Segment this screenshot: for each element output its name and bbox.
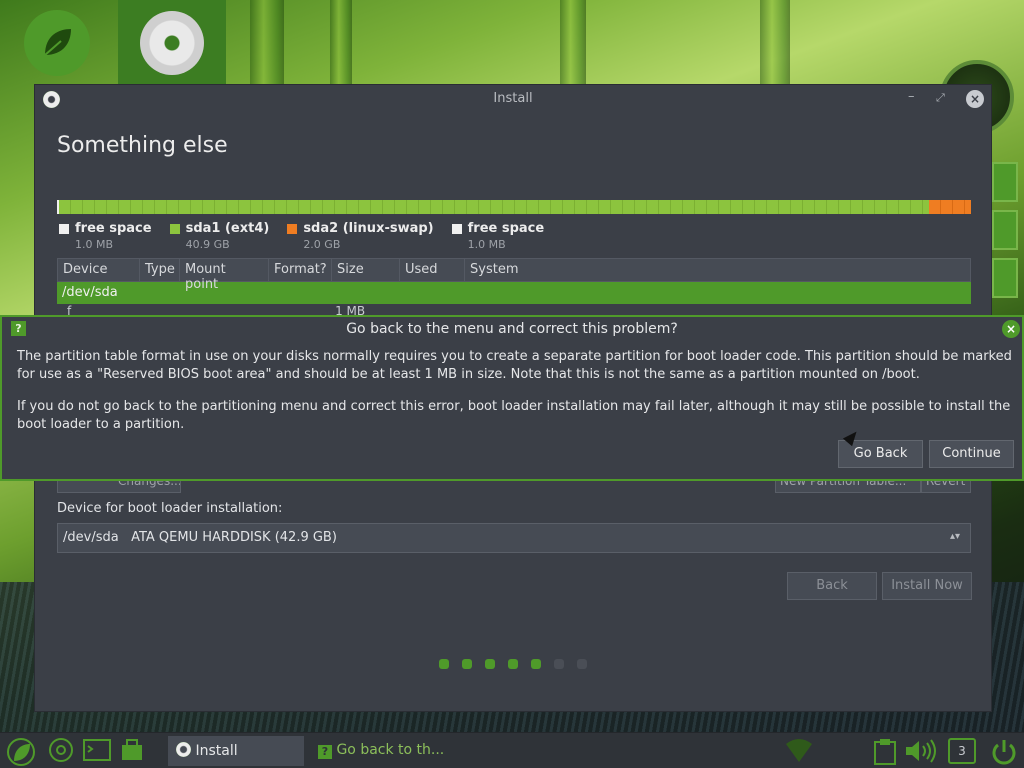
clipboard-icon[interactable] xyxy=(872,738,898,765)
column-header-mount-point[interactable]: Mount point xyxy=(180,259,269,292)
progress-dot xyxy=(462,659,472,669)
column-header-used[interactable]: Used xyxy=(400,259,465,281)
legend-item-sda1: sda1 (ext4) 40.9 GB xyxy=(169,221,269,251)
progress-dot xyxy=(554,659,564,669)
files-icon[interactable] xyxy=(119,737,145,763)
boot-loader-select[interactable]: /dev/sda ATA QEMU HARDDISK (42.9 GB) ▴▾ xyxy=(57,523,971,553)
legend-item-free-space-2: free space 1.0 MB xyxy=(451,221,544,251)
boot-loader-value: /dev/sda ATA QEMU HARDDISK (42.9 GB) xyxy=(63,530,337,545)
bar-segment-sda2 xyxy=(929,200,971,214)
dialog-message-1: The partition table format in use on you… xyxy=(17,349,1012,382)
column-header-size[interactable]: Size xyxy=(332,259,400,281)
progress-dot xyxy=(577,659,587,669)
disc-desktop-icon[interactable] xyxy=(118,0,226,86)
legend-item-sda2: sda2 (linux-swap) 2.0 GB xyxy=(287,221,434,251)
progress-dot xyxy=(439,659,449,669)
column-header-format[interactable]: Format? xyxy=(269,259,332,281)
legend-item-free-space-1: free space 1.0 MB xyxy=(59,221,152,251)
dialog-message-2: If you do not go back to the partitionin… xyxy=(17,399,1011,432)
mint-desktop-icon[interactable] xyxy=(24,10,90,76)
window-titlebar[interactable]: Install – ⤢ × xyxy=(35,85,991,113)
dropdown-arrow-icon: ▴▾ xyxy=(949,531,960,542)
progress-dots xyxy=(439,659,587,669)
minimize-button[interactable]: – xyxy=(908,89,915,104)
dialog-close-button[interactable]: × xyxy=(1002,320,1020,338)
column-header-type[interactable]: Type xyxy=(140,259,180,281)
continue-button[interactable]: Continue xyxy=(929,440,1014,468)
partition-legend: free space 1.0 MB sda1 (ext4) 40.9 GB sd… xyxy=(59,221,544,251)
progress-dot xyxy=(531,659,541,669)
window-close-button[interactable]: × xyxy=(966,90,984,108)
progress-dot xyxy=(508,659,518,669)
menu-icon[interactable] xyxy=(6,737,35,766)
warning-dialog: ? Go back to the menu and correct this p… xyxy=(0,315,1024,481)
network-icon[interactable] xyxy=(784,738,814,764)
maximize-button[interactable]: ⤢ xyxy=(936,91,945,105)
bar-segment-sda1 xyxy=(59,200,929,214)
install-task-icon xyxy=(176,742,191,757)
progress-dot xyxy=(485,659,495,669)
install-now-button[interactable]: Install Now xyxy=(882,572,972,600)
column-header-system[interactable]: System xyxy=(465,259,970,281)
browser-icon[interactable] xyxy=(48,737,74,763)
page-title: Something else xyxy=(57,133,228,158)
workspace-switcher[interactable]: 3 xyxy=(948,738,976,764)
terminal-icon[interactable] xyxy=(83,737,111,763)
back-button[interactable]: Back xyxy=(787,572,877,600)
help-icon: ? xyxy=(318,745,332,759)
task-dialog[interactable]: ? Go back to th... xyxy=(310,736,470,766)
taskbar: Install ? Go back to th... 3 xyxy=(0,732,1024,768)
task-install[interactable]: Install xyxy=(168,736,304,766)
table-header: Device Type Mount point Format? Size Use… xyxy=(57,258,971,292)
power-icon[interactable] xyxy=(990,738,1018,765)
dialog-title: Go back to the menu and correct this pro… xyxy=(346,321,678,337)
partition-bar xyxy=(57,200,971,214)
side-tiles xyxy=(992,162,1018,306)
partition-table: Device Type Mount point Format? Size Use… xyxy=(57,258,971,316)
window-title: Install xyxy=(493,91,533,106)
volume-icon[interactable] xyxy=(904,738,940,764)
column-header-device[interactable]: Device xyxy=(58,259,140,281)
boot-loader-label: Device for boot loader installation: xyxy=(57,501,283,516)
